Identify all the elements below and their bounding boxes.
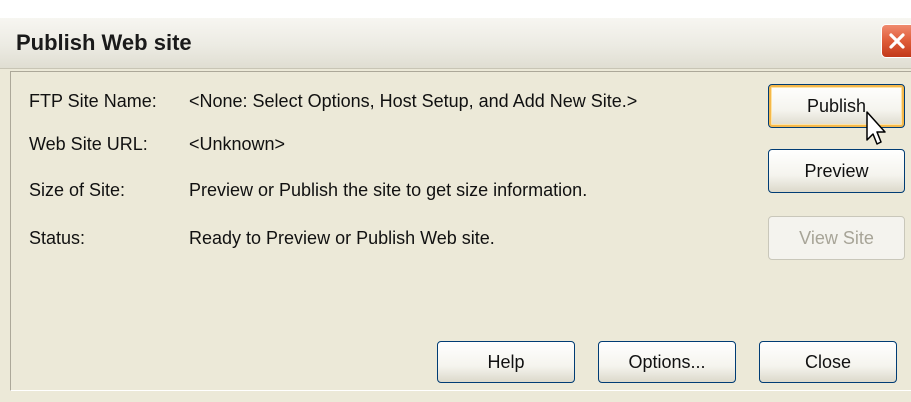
ftp-site-name-value: <None: Select Options, Host Setup, and A…	[189, 91, 638, 111]
title-bar[interactable]: Publish Web site	[0, 18, 911, 69]
web-site-url-value: <Unknown>	[189, 134, 286, 154]
help-button[interactable]: Help	[437, 341, 575, 383]
mouse-pointer-icon	[866, 111, 886, 145]
ftp-site-name-label: FTP Site Name:	[29, 91, 157, 111]
dialog-title: Publish Web site	[16, 30, 192, 55]
close-button[interactable]: Close	[759, 341, 897, 383]
options-button[interactable]: Options...	[598, 341, 736, 383]
publish-dialog: Publish Web site FTP Site Name: <None: S…	[0, 18, 911, 402]
window-close-button[interactable]	[881, 24, 911, 58]
status-value: Ready to Preview or Publish Web site.	[189, 228, 495, 248]
preview-button[interactable]: Preview	[768, 149, 905, 193]
web-site-url-label: Web Site URL:	[29, 134, 148, 154]
view-site-button[interactable]: View Site	[768, 216, 905, 260]
status-label: Status:	[29, 228, 86, 248]
close-icon	[889, 33, 905, 49]
size-of-site-label: Size of Site:	[29, 180, 126, 200]
size-of-site-value: Preview or Publish the site to get size …	[189, 180, 588, 200]
